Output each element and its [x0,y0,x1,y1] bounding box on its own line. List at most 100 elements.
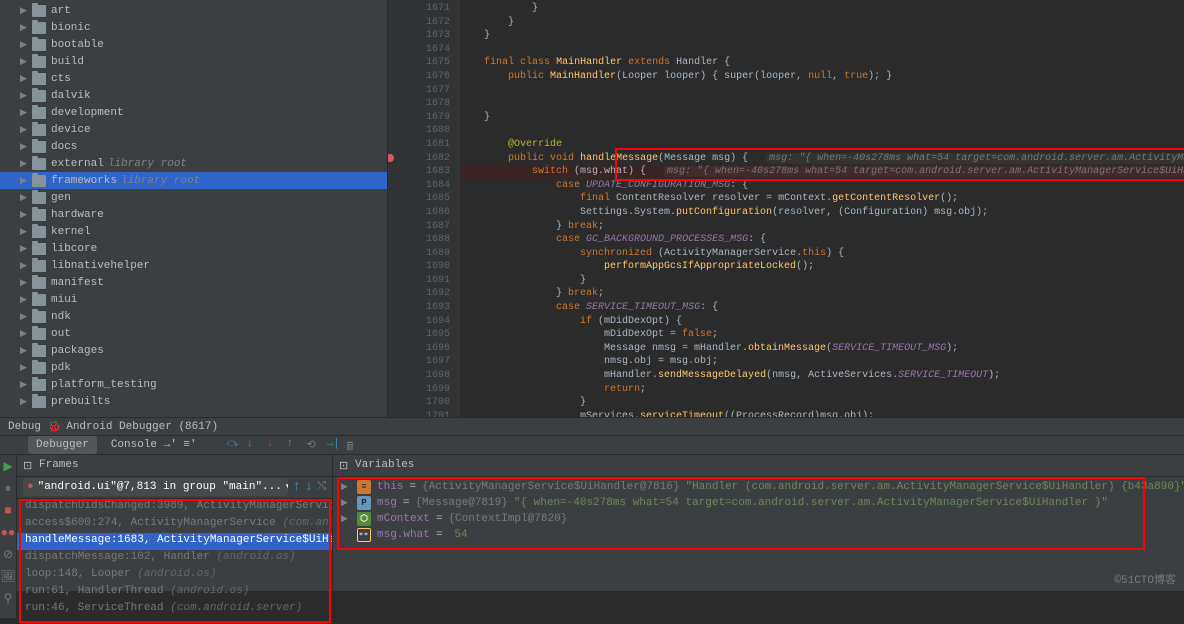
chevron-right-icon[interactable]: ▶ [20,397,30,407]
settings-icon[interactable]: 🖼 [0,569,16,585]
tree-item-external[interactable]: ▶externallibrary root [0,155,387,172]
tree-item-pdk[interactable]: ▶pdk [0,359,387,376]
step-over-icon[interactable]: ⤼ [227,438,241,452]
code-line[interactable]: } [460,2,1184,16]
code-line[interactable]: Message nmsg = mHandler.obtainMessage(SE… [460,342,1184,356]
chevron-right-icon[interactable]: ▶ [20,193,30,203]
chevron-right-icon[interactable]: ▶ [20,108,30,118]
code-line[interactable]: return; [460,383,1184,397]
tree-item-docs[interactable]: ▶docs [0,138,387,155]
code-line[interactable]: mDidDexOpt = false; [460,328,1184,342]
tree-item-miui[interactable]: ▶miui [0,291,387,308]
frame-prev-icon[interactable]: ↑ [292,479,300,495]
chevron-right-icon[interactable]: ▶ [20,57,30,67]
resume-icon[interactable]: ▶ [0,459,16,475]
tree-item-build[interactable]: ▶build [0,53,387,70]
chevron-right-icon[interactable]: ▶ [20,159,30,169]
tree-item-gen[interactable]: ▶gen [0,189,387,206]
tree-item-kernel[interactable]: ▶kernel [0,223,387,240]
code-line[interactable]: synchronized (ActivityManagerService.thi… [460,247,1184,261]
code-line[interactable]: } [460,274,1184,288]
chevron-right-icon[interactable]: ▶ [20,210,30,220]
tree-item-bootable[interactable]: ▶bootable [0,36,387,53]
chevron-right-icon[interactable]: ▶ [20,91,30,101]
force-step-into-icon[interactable]: ↓ [267,438,281,452]
mute-breakpoints-icon[interactable]: ⊘ [0,547,16,563]
frame-item[interactable]: handleMessage:1683, ActivityManagerServi… [17,533,332,550]
chevron-right-icon[interactable]: ▶ [20,227,30,237]
step-out-icon[interactable]: ↑ [287,438,301,452]
frame-next-icon[interactable]: ↓ [305,479,313,495]
chevron-right-icon[interactable]: ▶ [20,380,30,390]
frame-item[interactable]: access$600:274, ActivityManagerService (… [17,516,332,533]
tab-console[interactable]: Console →' ≡' [103,436,205,454]
thread-selector[interactable]: ●"android.ui"@7,813 in group "main"...▾ [23,478,288,496]
chevron-right-icon[interactable]: ▶ [20,329,30,339]
frame-item[interactable]: dispatchMessage:102, Handler (android.os… [17,550,332,567]
code-line[interactable] [460,124,1184,138]
code-line[interactable] [460,43,1184,57]
var-item[interactable]: ▶≡this = {ActivityManagerService$UiHandl… [333,479,1184,495]
code-line[interactable]: switch (msg.what) { msg: "{ when=-40s278… [460,165,1184,179]
code-line[interactable]: } [460,111,1184,125]
chevron-right-icon[interactable]: ▶ [20,40,30,50]
stop-icon[interactable]: ■ [0,503,16,519]
code-line[interactable]: } [460,16,1184,30]
tree-item-out[interactable]: ▶out [0,325,387,342]
code-line[interactable]: case UPDATE_CONFIGURATION_MSG: { [460,179,1184,193]
chevron-right-icon[interactable]: ▶ [20,278,30,288]
run-to-cursor-icon[interactable]: →| [327,438,341,452]
chevron-right-icon[interactable]: ▶ [20,142,30,152]
code-line[interactable]: mServices.serviceTimeout((ProcessRecord)… [460,410,1184,417]
code-line[interactable]: final class MainHandler extends Handler … [460,56,1184,70]
tree-item-packages[interactable]: ▶packages [0,342,387,359]
code-line[interactable]: case GC_BACKGROUND_PROCESSES_MSG: { [460,233,1184,247]
tree-item-frameworks[interactable]: ▶frameworkslibrary root [0,172,387,189]
tree-item-manifest[interactable]: ▶manifest [0,274,387,291]
chevron-right-icon[interactable]: ▶ [20,6,30,16]
chevron-right-icon[interactable]: ▶ [20,346,30,356]
var-item[interactable]: 👓msg.what = 54 [333,527,1184,543]
code-line[interactable]: case SERVICE_TIMEOUT_MSG: { [460,301,1184,315]
code-line[interactable]: } [460,29,1184,43]
code-line[interactable]: performAppGcsIfAppropriateLocked(); [460,260,1184,274]
code-editor[interactable]: 1671167216731674167516761677167816791680… [388,0,1184,417]
filter-icon[interactable]: ⤭ [317,481,326,493]
pin-icon[interactable]: ⚲ [0,591,16,607]
code-line[interactable]: } [460,396,1184,410]
chevron-right-icon[interactable]: ▶ [20,244,30,254]
chevron-right-icon[interactable]: ▶ [20,261,30,271]
tree-item-dalvik[interactable]: ▶dalvik [0,87,387,104]
var-item[interactable]: ▶⬡mContext = {ContextImpl@7820} [333,511,1184,527]
frame-item[interactable]: loop:148, Looper (android.os) [17,567,332,584]
chevron-right-icon[interactable]: ▶ [20,295,30,305]
code-line[interactable] [460,97,1184,111]
chevron-right-icon[interactable]: ▶ [20,23,30,33]
pause-icon[interactable]: ⏸ [0,481,16,497]
tree-item-ndk[interactable]: ▶ndk [0,308,387,325]
code-line[interactable]: mHandler.sendMessageDelayed(nmsg, Active… [460,369,1184,383]
tree-item-cts[interactable]: ▶cts [0,70,387,87]
code-line[interactable]: if (mDidDexOpt) { [460,315,1184,329]
tree-item-art[interactable]: ▶art [0,2,387,19]
step-into-icon[interactable]: ↓ [247,438,261,452]
code-line[interactable]: nmsg.obj = msg.obj; [460,355,1184,369]
tree-item-libnativehelper[interactable]: ▶libnativehelper [0,257,387,274]
code-line[interactable]: @Override [460,138,1184,152]
chevron-right-icon[interactable]: ▶ [20,312,30,322]
frame-item[interactable]: run:46, ServiceThread (com.android.serve… [17,601,332,618]
tab-debugger[interactable]: Debugger [28,436,97,454]
tree-item-prebuilts[interactable]: ▶prebuilts [0,393,387,410]
tree-item-hardware[interactable]: ▶hardware [0,206,387,223]
code-line[interactable]: } break; [460,287,1184,301]
tree-item-platform_testing[interactable]: ▶platform_testing [0,376,387,393]
code-line[interactable]: } break; [460,220,1184,234]
frame-item[interactable]: run:61, HandlerThread (android.os) [17,584,332,601]
tree-item-development[interactable]: ▶development [0,104,387,121]
tree-item-libcore[interactable]: ▶libcore [0,240,387,257]
tree-item-device[interactable]: ▶device [0,121,387,138]
view-breakpoints-icon[interactable]: ●● [0,525,16,541]
evaluate-icon[interactable]: 🖩 [347,438,361,452]
chevron-right-icon[interactable]: ▶ [20,363,30,373]
code-line[interactable] [460,84,1184,98]
